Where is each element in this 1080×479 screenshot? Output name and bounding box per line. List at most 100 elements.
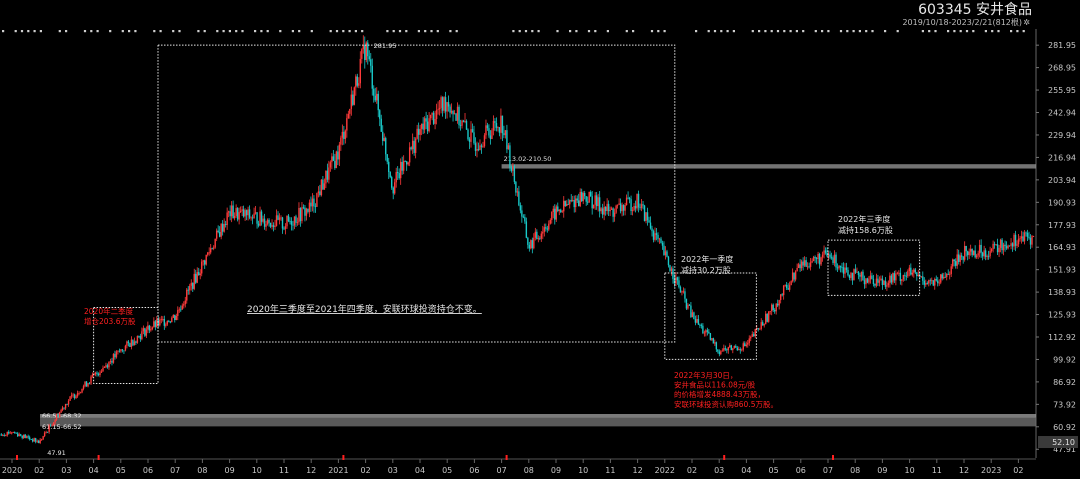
candle-body [503,133,505,136]
candle-body [9,432,11,434]
candle-body [440,97,442,108]
event-marker [846,30,849,33]
y-tick-label: 138.93 [1048,288,1076,297]
candle-body [376,93,378,101]
candle-body [699,324,701,326]
candle-body [192,282,194,289]
candle-body [703,332,706,334]
candle-body [708,331,710,334]
candle-body [144,328,146,336]
candle-body [82,386,85,389]
candle-body [890,275,893,283]
settings-icon[interactable]: ✲ [1023,18,1030,27]
candle-body [875,278,878,286]
candle-body [727,347,730,351]
candle-body [88,383,91,384]
event-marker [934,30,937,33]
candle-body [585,196,587,202]
candle-body [479,145,481,150]
candle-body [877,278,879,283]
candle-body [307,208,309,212]
candle-body [66,403,68,405]
candle-body [323,183,326,190]
candle-body [814,256,816,259]
candle-body [735,345,737,348]
candle-body [239,210,242,213]
candle-body [420,123,423,129]
candle-body [800,261,803,269]
event-marker [329,30,332,33]
candle-body [896,272,899,274]
candle-body [175,315,177,320]
candle-body [1011,243,1014,247]
x-tick-label: 11 [279,466,289,475]
candle-body [432,112,435,124]
candle-body [233,215,236,219]
candle-body [618,203,620,205]
candle-body [902,275,905,280]
candle-body [147,325,149,330]
event-marker [197,30,200,33]
candle-body [730,345,733,351]
event-marker [241,30,244,33]
candle-body [552,208,554,212]
event-marker [928,30,931,33]
candle-body [21,435,23,438]
candle-body [492,121,495,131]
event-marker [827,30,830,33]
event-marker [254,30,257,33]
candle-body [148,325,151,331]
candle-body [688,304,691,306]
candle-body [787,288,789,290]
candle-body [1020,236,1023,239]
candle-body [949,273,951,275]
event-marker [20,30,24,33]
candle-body [512,166,514,171]
candle-body [558,209,560,211]
candle-body [302,207,305,209]
candle-body [841,267,843,269]
event-marker [632,30,635,33]
candle-body [892,273,894,283]
candle-body [449,106,451,113]
candle-body [217,230,219,232]
candle-body [838,265,840,269]
event-marker [947,30,950,33]
candle-body [441,97,444,111]
candle-body [992,243,994,250]
candle-body [551,211,553,221]
candle-body [480,145,483,147]
candle-body [863,280,866,285]
candle-body [51,425,53,427]
candle-body [250,217,252,219]
candle-body [434,118,436,124]
candle-body [960,255,963,257]
candle-body [506,130,508,150]
candle-body [507,145,510,150]
candle-body [670,268,673,271]
candle-body [566,204,568,206]
event-marker [266,30,269,33]
candle-body [413,140,415,153]
event-marker [991,30,994,33]
candle-body [621,205,623,212]
candle-body [257,223,260,226]
candle-body [198,272,200,276]
candle-body [411,140,414,150]
y-tick-label: 268.95 [1048,64,1076,73]
candle-body [308,202,311,212]
event-marker [424,30,427,33]
candle-body [391,177,393,188]
candle-body [518,191,520,206]
candle-body [1002,244,1005,251]
candle-body [733,345,735,349]
candle-body [721,350,724,352]
event-marker [39,30,42,33]
candle-body [926,283,928,285]
candle-body [100,371,103,373]
candle-body [546,228,548,230]
candle-body [72,394,74,396]
event-marker [310,30,313,33]
candle-body [649,222,652,229]
candle-body [1019,238,1021,240]
